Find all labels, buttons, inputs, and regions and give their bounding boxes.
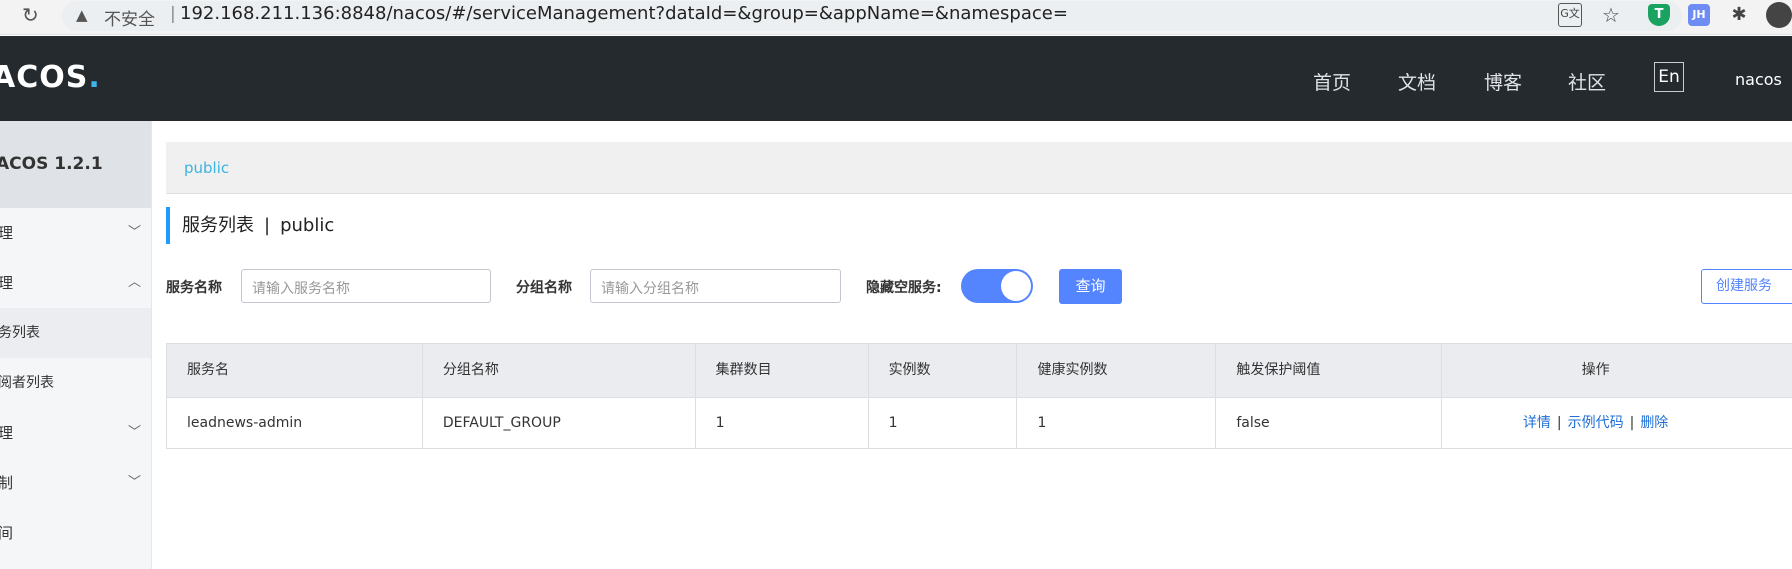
sidebar-item-config-management[interactable]: 理 ﹀ [0, 208, 151, 258]
reload-icon[interactable]: ↻ [22, 3, 39, 27]
profile-icon[interactable] [1766, 2, 1792, 28]
cell-instance-count: 1 [869, 398, 1018, 448]
sidebar-item-label: 制 [0, 474, 14, 492]
toggle-knob [1001, 271, 1031, 301]
sidebar-item-label: 理 [0, 224, 14, 242]
query-button[interactable]: 查询 [1059, 269, 1122, 304]
chevron-down-icon: ﹀ [127, 225, 141, 240]
page-title: 服务列表 | public [166, 207, 334, 244]
detail-link[interactable]: 详情 [1523, 415, 1551, 431]
namespace-bar: public [166, 142, 1792, 194]
column-header-instance-count: 实例数 [869, 344, 1018, 397]
sidebar-item-label: 阅者列表 [0, 375, 54, 391]
action-divider: | [1629, 415, 1635, 431]
page-title-text: 服务列表 [182, 215, 254, 236]
nav-docs[interactable]: 文档 [1398, 68, 1436, 95]
translate-icon[interactable]: G文 [1558, 3, 1582, 27]
sidebar-item-service-management[interactable]: 理 ︿ [0, 258, 151, 308]
create-service-button[interactable]: 创建服务 [1701, 269, 1792, 304]
address-bar[interactable]: ▲ 不安全 | 192.168.211.136:8848/nacos/#/ser… [62, 1, 1682, 31]
service-name-input[interactable]: 请输入服务名称 [241, 269, 491, 303]
hide-empty-services-label: 隐藏空服务: [866, 280, 942, 296]
nav-home[interactable]: 首页 [1313, 68, 1351, 95]
column-header-protect-threshold: 触发保护阈值 [1216, 344, 1443, 397]
browser-toolbar: › ↻ ▲ 不安全 | 192.168.211.136:8848/nacos/#… [0, 0, 1792, 35]
column-header-actions: 操作 [1442, 344, 1792, 397]
nav-blog[interactable]: 博客 [1484, 68, 1522, 95]
nav-community[interactable]: 社区 [1568, 68, 1606, 95]
top-header: ACOS. 首页 文档 博客 社区 En nacos [0, 36, 1792, 121]
jh-extension-icon[interactable]: JH [1688, 4, 1710, 26]
sidebar-item-label: 间 [0, 524, 14, 542]
warning-icon: ▲ [76, 6, 88, 24]
sidebar-item-cluster-management[interactable]: 理 ﹀ [0, 408, 151, 458]
page-title-namespace: public [280, 215, 335, 236]
user-name[interactable]: nacos [1735, 70, 1782, 89]
sidebar-item-subscriber-list[interactable]: 阅者列表 [0, 358, 151, 408]
cell-actions: 详情 | 示例代码 | 删除 [1442, 398, 1792, 448]
sidebar-item-label: 务列表 [0, 325, 40, 341]
chevron-down-icon: ﹀ [127, 475, 141, 490]
hide-empty-services-toggle[interactable] [961, 269, 1033, 303]
table-row: leadnews-admin DEFAULT_GROUP 1 1 1 false… [167, 397, 1792, 449]
table-header: 服务名 分组名称 集群数目 实例数 健康实例数 触发保护阈值 操作 [167, 344, 1792, 397]
star-icon[interactable]: ☆ [1600, 4, 1622, 26]
delete-link[interactable]: 删除 [1640, 415, 1668, 431]
cell-service-name: leadnews-admin [167, 398, 423, 448]
chevron-up-icon: ︿ [127, 275, 141, 290]
sidebar: ACOS 1.2.1 理 ﹀ 理 ︿ 务列表 阅者列表 理 ﹀ 制 ﹀ 间 [0, 121, 152, 569]
chevron-down-icon: ﹀ [127, 425, 141, 440]
column-header-group-name: 分组名称 [423, 344, 696, 397]
nacos-logo[interactable]: ACOS. [0, 60, 101, 95]
group-name-input[interactable]: 请输入分组名称 [590, 269, 841, 303]
language-toggle-button[interactable]: En [1654, 62, 1684, 92]
service-name-label: 服务名称 [166, 280, 222, 296]
sidebar-item-label: 理 [0, 424, 14, 442]
column-header-service-name: 服务名 [167, 344, 423, 397]
address-divider: | [170, 4, 176, 24]
column-header-cluster-count: 集群数目 [696, 344, 869, 397]
sample-code-link[interactable]: 示例代码 [1568, 415, 1624, 431]
cell-healthy-instance-count: 1 [1017, 398, 1217, 448]
sidebar-item-service-list[interactable]: 务列表 [0, 308, 151, 358]
sidebar-version: ACOS 1.2.1 [0, 121, 151, 208]
namespace-link-public[interactable]: public [184, 159, 229, 177]
url-text[interactable]: 192.168.211.136:8848/nacos/#/serviceMana… [180, 3, 1068, 24]
column-header-healthy-instance-count: 健康实例数 [1017, 344, 1217, 397]
shield-extension-icon[interactable]: T [1648, 4, 1670, 26]
service-table: 服务名 分组名称 集群数目 实例数 健康实例数 触发保护阈值 操作 leadne… [166, 343, 1792, 449]
action-divider: | [1556, 415, 1562, 431]
sidebar-item-label: 理 [0, 274, 14, 292]
puzzle-icon[interactable]: ✱ [1728, 4, 1750, 26]
cell-group-name: DEFAULT_GROUP [423, 398, 696, 448]
title-divider: | [264, 215, 271, 236]
cell-protect-threshold: false [1216, 398, 1443, 448]
sidebar-item-namespace[interactable]: 间 [0, 508, 151, 558]
insecure-label: 不安全 [104, 10, 155, 30]
group-name-label: 分组名称 [516, 280, 572, 296]
cell-cluster-count: 1 [696, 398, 869, 448]
sidebar-item-access-control[interactable]: 制 ﹀ [0, 458, 151, 508]
